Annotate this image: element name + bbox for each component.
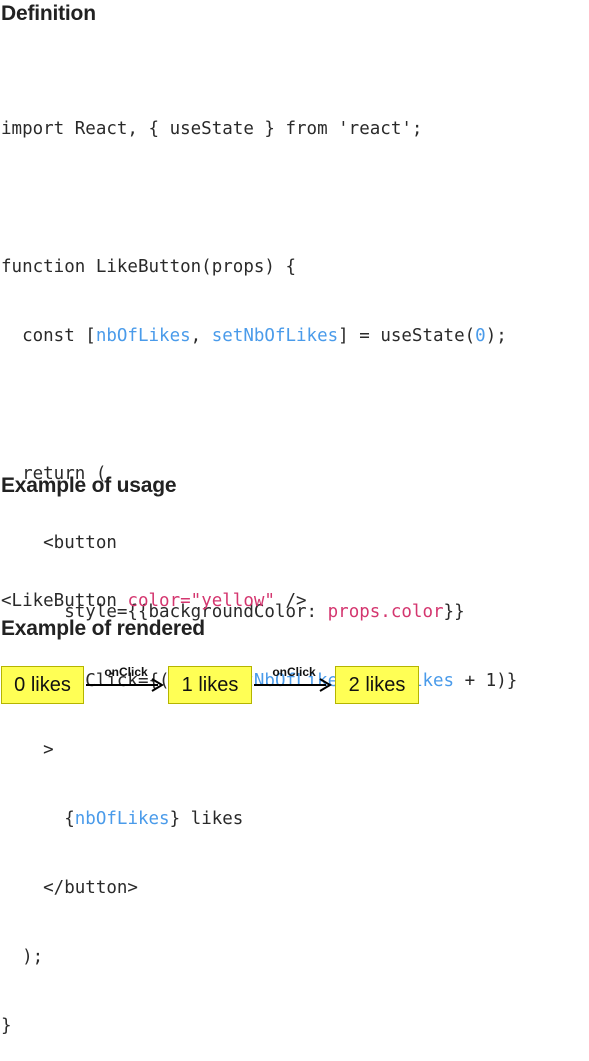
code-line: <LikeButton color="yellow" /> [1, 591, 307, 611]
identifier-token: nbOfLikes [95, 326, 191, 346]
identifier-token: setNbOfLikes [211, 326, 339, 346]
code-line: > [1, 740, 54, 760]
heading-rendered: Example of rendered [1, 617, 205, 640]
code-line: </button> [1, 878, 138, 898]
identifier-token: nbOfLikes [74, 809, 170, 829]
like-button-0[interactable]: 0 likes [1, 666, 84, 704]
heading-usage: Example of usage [1, 474, 177, 497]
code-line: const [nbOfLikes, setNbOfLikes] = useSta… [1, 326, 507, 346]
arrow-right-icon [254, 678, 332, 692]
onclick-arrow: onClick [252, 665, 336, 693]
rendered-example: 0 likes onClick 1 likes onClick 2 likes [0, 660, 589, 710]
code-line: import React, { useState } from 'react'; [1, 119, 423, 139]
prop-token: color="yellow" [127, 591, 275, 611]
code-line: {nbOfLikes} likes [1, 809, 244, 829]
heading-definition: Definition [1, 2, 96, 25]
like-button-2[interactable]: 2 likes [335, 666, 419, 704]
code-line: ); [1, 947, 44, 967]
code-line: } [1, 1016, 12, 1036]
number-token: 0 [475, 326, 486, 346]
code-line: function LikeButton(props) { [1, 257, 297, 277]
like-button-1[interactable]: 1 likes [168, 666, 252, 704]
onclick-arrow: onClick [84, 665, 168, 693]
prop-token: props.color [327, 602, 444, 622]
arrow-right-icon [86, 678, 164, 692]
